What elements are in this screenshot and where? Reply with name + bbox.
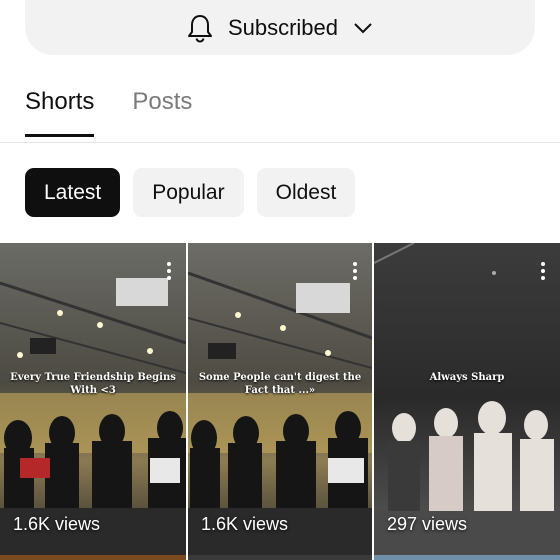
thumbnail-image — [188, 243, 372, 555]
channel-tabs: Shorts Posts — [25, 88, 192, 137]
sort-chips: Latest Popular Oldest — [25, 168, 356, 217]
thumbnail-image — [0, 243, 186, 555]
next-row-thumbnail[interactable] — [0, 555, 186, 560]
view-count: 1.6K views — [201, 514, 289, 534]
short-thumbnail[interactable]: Every True Friendship Begins With <3 1.6… — [0, 243, 186, 555]
tabs-divider — [0, 142, 560, 143]
view-count: 297 views — [387, 514, 468, 534]
chip-popular[interactable]: Popular — [133, 168, 244, 217]
chip-oldest[interactable]: Oldest — [256, 168, 356, 217]
chevron-down-icon — [352, 21, 374, 35]
more-options-icon[interactable] — [352, 261, 358, 286]
short-thumbnail[interactable]: Some People can't digest the Fact that .… — [188, 243, 372, 555]
bell-icon — [186, 13, 214, 43]
shorts-grid: Every True Friendship Begins With <3 1.6… — [0, 243, 560, 560]
chip-latest[interactable]: Latest — [25, 168, 121, 217]
tab-shorts[interactable]: Shorts — [25, 88, 95, 137]
view-count: 1.6K views — [13, 514, 101, 534]
more-options-icon[interactable] — [166, 261, 172, 286]
tab-posts[interactable]: Posts — [132, 88, 192, 137]
short-caption: Always Sharp — [429, 372, 505, 383]
subscribed-label: Subscribed — [227, 14, 339, 40]
short-caption: Every True Friendship Begins With <3 — [10, 372, 176, 396]
short-thumbnail[interactable]: Always Sharp 297 views — [374, 243, 560, 555]
more-options-icon[interactable] — [540, 261, 546, 286]
next-row-thumbnail[interactable] — [374, 555, 560, 560]
subscribed-button[interactable]: Subscribed — [25, 0, 535, 55]
next-row-thumbnail[interactable] — [188, 555, 372, 560]
thumbnail-image — [374, 243, 560, 555]
short-caption: Some People can't digest the Fact that .… — [198, 372, 362, 396]
